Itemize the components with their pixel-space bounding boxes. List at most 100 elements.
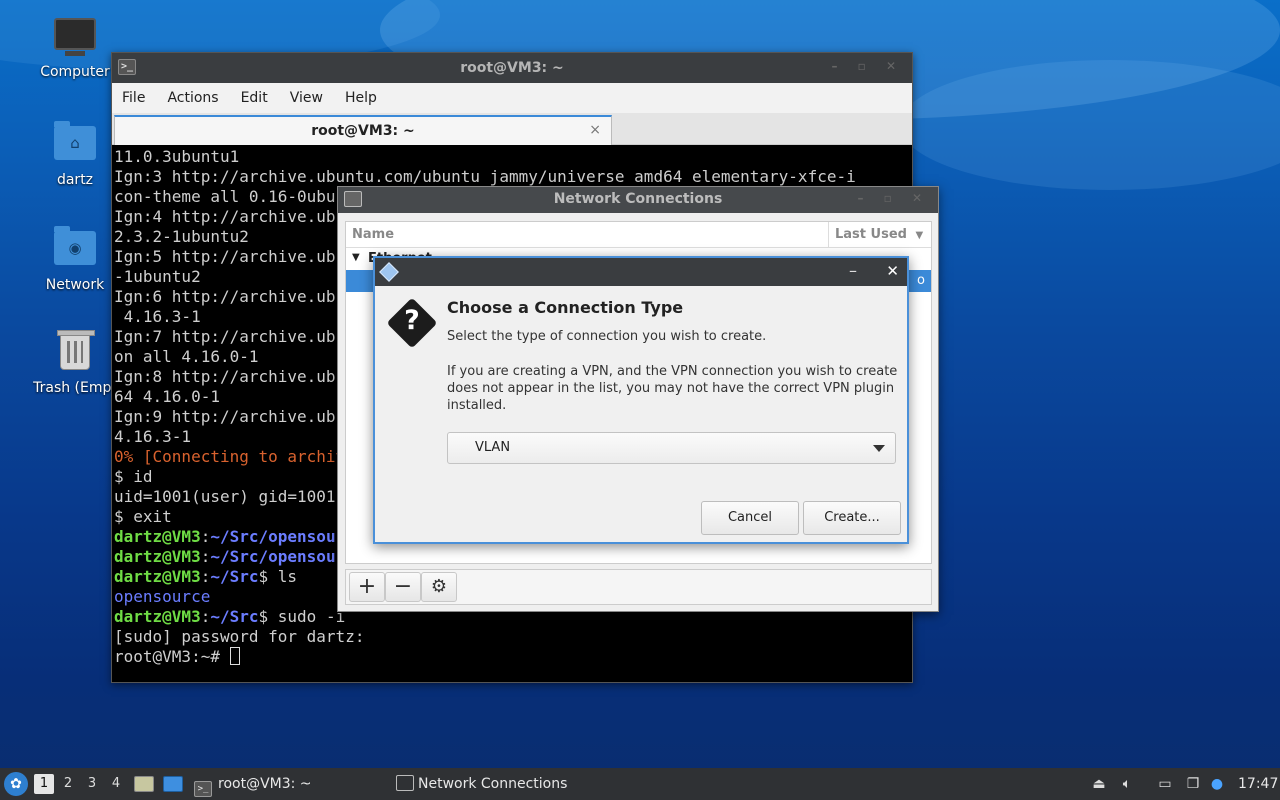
terminal-text: : [200, 527, 211, 546]
terminal-line: 11.0.3ubuntu1 [114, 147, 910, 167]
terminal-text: 64 4.16.0-1 [114, 387, 220, 406]
dialog-titlebar[interactable]: – ✕ [375, 258, 907, 286]
terminal-text: $ exit [114, 507, 172, 526]
dialog-info-text: If you are creating a VPN, and the VPN c… [447, 364, 898, 413]
terminal-text: $ ls [258, 567, 298, 586]
terminal-text: [sudo] password for dartz: [114, 627, 365, 646]
menu-help[interactable]: Help [345, 90, 377, 106]
desktop-icon-home-folder[interactable]: ⌂ dartz [27, 121, 123, 188]
window-title: root@VM3: ~ [460, 60, 564, 76]
window-title: Network Connections [553, 191, 723, 207]
wallpaper-wave [900, 60, 1280, 190]
start-menu-icon[interactable]: ✿ [4, 772, 28, 796]
eject-icon[interactable]: ⏏ [1090, 775, 1108, 793]
clock[interactable]: 17:47 [1238, 768, 1278, 800]
terminal-text: ~/Src [210, 607, 259, 626]
create-button[interactable]: Create... [803, 501, 901, 535]
terminal-text: dartz@VM3 [114, 527, 201, 546]
tab-root-vm3[interactable]: root@VM3: ~ × [114, 115, 612, 145]
tab-label: root@VM3: ~ [311, 123, 415, 139]
settings-gear-button[interactable]: ⚙ [421, 572, 457, 602]
dialog-app-icon [379, 262, 399, 282]
terminal-text: dartz@VM3 [114, 547, 201, 566]
clipboard-icon[interactable]: ❐ [1184, 775, 1202, 793]
column-last-used-label: Last Used [835, 227, 907, 242]
volume-icon[interactable]: 🔈︎ [1118, 775, 1136, 793]
desktop-icon-computer[interactable]: Computer [27, 18, 123, 80]
task-network-connections[interactable]: Network Connections [396, 768, 596, 800]
minimize-button[interactable]: – [849, 261, 857, 280]
terminal-text: ~/Src [210, 567, 259, 586]
terminal-line: root@VM3:~# [114, 647, 910, 667]
task-terminal[interactable]: >_ root@VM3: ~ [194, 768, 390, 800]
terminal-text: Ign:3 http://archive.ubuntu.com/ubuntu j… [114, 167, 856, 186]
dialog-heading: Choose a Connection Type [447, 298, 684, 317]
task-label: Network Connections [418, 776, 568, 792]
terminal-text: opensource [114, 587, 211, 606]
terminal-menubar: File Actions Edit View Help [112, 83, 912, 113]
terminal-task-icon: >_ [194, 781, 212, 797]
terminal-text: 11.0.3ubuntu1 [114, 147, 240, 166]
cancel-button[interactable]: Cancel [701, 501, 799, 535]
window-controls[interactable]: – ▫ ✕ [831, 59, 904, 73]
desktop-icon-network[interactable]: ◉ Network [27, 226, 123, 293]
show-desktop-icon[interactable] [163, 776, 183, 792]
terminal-text: $ id [114, 467, 153, 486]
remove-connection-button[interactable]: − [385, 572, 421, 602]
home-folder-icon: ⌂ [53, 121, 97, 166]
trash-icon [53, 330, 97, 374]
terminal-text: 4.16.3-1 [114, 307, 201, 326]
add-connection-button[interactable]: + [349, 572, 385, 602]
connection-type-select[interactable]: VLAN [447, 432, 896, 464]
terminal-text: : [200, 567, 211, 586]
terminal-text: 4.16.3-1 [114, 427, 192, 446]
workspace-2[interactable]: 2 [58, 774, 78, 794]
menu-view[interactable]: View [290, 90, 323, 106]
terminal-text: dartz@VM3 [114, 567, 201, 586]
terminal-text: root@VM3:~# [114, 647, 230, 666]
chevron-down-icon [873, 445, 885, 452]
workspace-4[interactable]: 4 [106, 774, 126, 794]
desktop-icon-label: Network [45, 277, 105, 293]
terminal-text: : [200, 547, 211, 566]
workspace-3[interactable]: 3 [82, 774, 102, 794]
menu-edit[interactable]: Edit [241, 90, 268, 106]
close-button[interactable]: ✕ [886, 262, 899, 280]
terminal-line: Ign:3 http://archive.ubuntu.com/ubuntu j… [114, 167, 910, 187]
terminal-text: dartz@VM3 [114, 607, 201, 626]
desktop-icon-label: Computer [40, 64, 110, 80]
workspace-1[interactable]: 1 [34, 774, 54, 794]
menu-actions[interactable]: Actions [167, 90, 218, 106]
file-manager-icon[interactable] [134, 776, 154, 792]
taskbar: ✿ 1 2 3 4 >_ root@VM3: ~ Network Connecti… [0, 768, 1280, 800]
terminal-text: on all 4.16.0-1 [114, 347, 259, 366]
terminal-line: [sudo] password for dartz: [114, 627, 910, 647]
network-folder-icon: ◉ [53, 226, 97, 271]
column-name[interactable]: Name [352, 227, 394, 242]
row-last-used: o [917, 273, 925, 288]
close-icon[interactable]: × [589, 122, 601, 138]
selected-connection-type: VLAN [475, 440, 511, 455]
terminal-cursor [229, 647, 240, 665]
network-tray-icon[interactable]: ▭ [1156, 775, 1174, 793]
choose-connection-type-dialog[interactable]: – ✕ ? Choose a Connection Type Select th… [373, 256, 909, 544]
computer-icon [53, 18, 97, 58]
terminal-titlebar[interactable]: >_ root@VM3: ~ – ▫ ✕ [112, 53, 912, 83]
list-header: Name Last Used ▼ [346, 222, 931, 248]
network-task-icon [396, 775, 414, 791]
menu-file[interactable]: File [122, 90, 145, 106]
terminal-text: 2.3.2-1ubuntu2 [114, 227, 249, 246]
column-last-used[interactable]: Last Used ▼ [828, 222, 933, 248]
desktop-icon-label: dartz [56, 172, 94, 188]
connection-toolbar: + − ⚙ [345, 569, 932, 605]
terminal-text: $ sudo -i [258, 607, 346, 626]
expander-triangle-icon[interactable]: ▼ [352, 252, 360, 263]
update-notifier-icon[interactable]: ● [1208, 775, 1226, 793]
question-icon: ? [386, 297, 438, 349]
sort-arrow-icon: ▼ [915, 230, 924, 241]
window-controls[interactable]: – ▫ ✕ [857, 191, 930, 205]
dialog-subtext: Select the type of connection you wish t… [447, 329, 767, 344]
network-titlebar[interactable]: Network Connections – ▫ ✕ [338, 187, 938, 213]
terminal-text: -1ubuntu2 [114, 267, 201, 286]
terminal-text: con-theme all 0.16-0ubuntu1 [114, 187, 375, 206]
